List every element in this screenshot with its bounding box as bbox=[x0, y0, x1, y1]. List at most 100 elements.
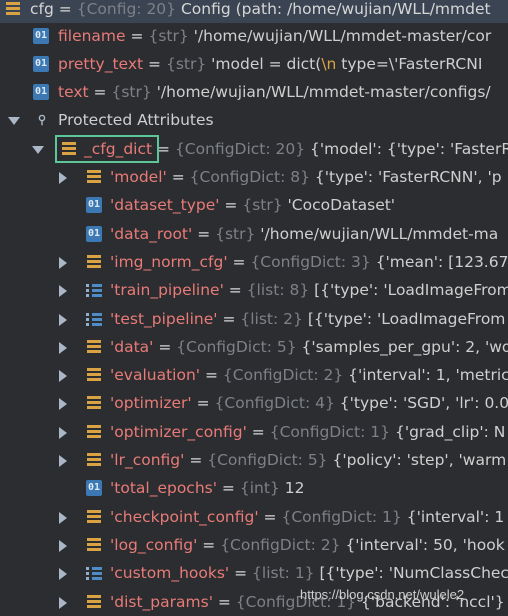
item-value: [{'type': 'NumClassChec bbox=[319, 564, 508, 583]
attr-value-prefix: 'model = dict( bbox=[211, 55, 322, 73]
item-value: 12 bbox=[284, 479, 305, 498]
item-value: {'policy': 'step', 'warm bbox=[332, 451, 507, 469]
expand-arrow-icon[interactable] bbox=[59, 285, 67, 298]
cfg-item-row[interactable]: 01'dataset_type' = {str} 'CocoDataset' bbox=[0, 191, 508, 219]
cfg-dict-type: {ConfigDict: 20} bbox=[174, 140, 306, 158]
item-type: {list: 1} bbox=[252, 564, 315, 583]
dict-icon bbox=[5, 1, 21, 17]
str-icon: 01 bbox=[86, 197, 102, 214]
item-type: {list: 8} bbox=[246, 281, 310, 300]
item-type: {ConfigDict: 5} bbox=[176, 337, 297, 356]
cfg-item-row[interactable]: 01'data_root' = {str} '/home/wujian/WLL/… bbox=[0, 220, 508, 248]
cfg-item-row[interactable]: 'evaluation' = {ConfigDict: 2} {'interva… bbox=[0, 361, 508, 389]
expand-arrow-icon[interactable] bbox=[59, 370, 67, 383]
dict-icon bbox=[61, 141, 77, 157]
dict-icon bbox=[86, 509, 102, 525]
cfg-item-row[interactable]: 'train_pipeline' = {list: 8} [{'type': '… bbox=[0, 276, 508, 304]
item-key: 'checkpoint_config' bbox=[110, 507, 259, 526]
dict-icon bbox=[86, 452, 102, 468]
cfg-item-row[interactable]: 'test_pipeline' = {list: 2} [{'type': 'L… bbox=[0, 305, 508, 333]
item-type: {ConfigDict: 8} bbox=[189, 168, 310, 186]
cfg-item-row[interactable]: 'img_norm_cfg' = {ConfigDict: 3} {'mean'… bbox=[0, 248, 508, 276]
item-value: {'type': 'FasterRCNN', 'p bbox=[314, 168, 502, 186]
item-key: 'dataset_type' bbox=[110, 196, 220, 215]
item-value: {'type': 'SGD', 'lr': 0.0 bbox=[339, 394, 508, 413]
cfg-item-row[interactable]: 'optimizer' = {ConfigDict: 4} {'type': '… bbox=[0, 389, 508, 417]
expand-arrow-icon[interactable] bbox=[59, 313, 67, 326]
item-type: {int} bbox=[239, 479, 280, 498]
dict-icon bbox=[86, 537, 102, 553]
expand-arrow-icon[interactable] bbox=[59, 398, 67, 411]
item-key: 'test_pipeline' bbox=[110, 309, 218, 328]
item-key: 'lr_config' bbox=[110, 451, 185, 469]
cfg-dict-name: _cfg_dict bbox=[84, 140, 153, 158]
expand-arrow-icon[interactable] bbox=[59, 568, 67, 581]
expand-arrow-icon[interactable] bbox=[59, 539, 67, 552]
root-value: Config (path: /home/wujian/WLL/mmdet bbox=[180, 0, 491, 18]
item-value: 'CocoDataset' bbox=[287, 196, 396, 215]
expand-arrow-icon[interactable] bbox=[59, 596, 67, 609]
cfg-item-row[interactable]: 'lr_config' = {ConfigDict: 5} {'policy':… bbox=[0, 446, 508, 474]
key-icon bbox=[38, 114, 46, 126]
expand-arrow-icon[interactable] bbox=[59, 426, 67, 439]
cfg-dict-row[interactable]: _cfg_dict = {ConfigDict: 20} {'model': {… bbox=[0, 135, 508, 163]
list-icon bbox=[86, 565, 102, 581]
cfg-item-row[interactable]: 'model' = {ConfigDict: 8} {'type': 'Fast… bbox=[0, 163, 508, 191]
item-key: 'optimizer_config' bbox=[110, 422, 247, 441]
expand-arrow-icon[interactable] bbox=[32, 146, 44, 154]
dict-icon bbox=[86, 395, 102, 411]
item-value: '/home/wujian/WLL/mmdet-ma bbox=[260, 224, 499, 243]
expand-arrow-icon[interactable] bbox=[59, 341, 67, 354]
dict-icon bbox=[86, 594, 102, 610]
str-icon: 01 bbox=[86, 225, 102, 242]
protected-attributes-label: Protected Attributes bbox=[58, 111, 214, 129]
root-type: {Config: 20} bbox=[76, 0, 177, 18]
attr-row-filename[interactable]: 01 filename = {str} '/home/wujian/WLL/mm… bbox=[0, 22, 508, 50]
item-type: {ConfigDict: 5} bbox=[207, 451, 328, 469]
item-key: 'data_root' bbox=[110, 224, 193, 243]
dict-icon bbox=[86, 367, 102, 383]
protected-attributes-row[interactable]: Protected Attributes bbox=[0, 106, 508, 134]
item-value: {'mean': [123.67 bbox=[375, 252, 508, 271]
expand-arrow-icon[interactable] bbox=[59, 455, 67, 467]
cfg-item-row[interactable]: 'optimizer_config' = {ConfigDict: 1} {'g… bbox=[0, 418, 508, 446]
root-row[interactable]: cfg = {Config: 20} Config (path: /home/w… bbox=[0, 0, 508, 23]
cfg-item-row[interactable]: 'checkpoint_config' = {ConfigDict: 1} {'… bbox=[0, 503, 508, 531]
cfg-item-row[interactable]: 'custom_hooks' = {list: 1} [{'type': 'Nu… bbox=[0, 559, 508, 587]
expand-arrow-icon[interactable] bbox=[59, 511, 67, 524]
item-type: {str} bbox=[215, 224, 256, 243]
cfg-item-row[interactable]: 'data' = {ConfigDict: 5} {'samples_per_g… bbox=[0, 333, 508, 361]
root-name: cfg bbox=[30, 0, 54, 18]
dict-icon bbox=[86, 169, 102, 185]
item-type: {str} bbox=[242, 196, 283, 215]
attr-value: '/home/wujian/WLL/mmdet-master/configs/ bbox=[156, 83, 491, 101]
dict-icon bbox=[86, 254, 102, 270]
expand-arrow-icon[interactable] bbox=[59, 256, 67, 269]
item-key: 'custom_hooks' bbox=[110, 564, 230, 583]
item-value: {'grad_clip': N bbox=[394, 422, 506, 441]
item-value: {'interval': 1 bbox=[406, 507, 505, 526]
str-icon: 01 bbox=[33, 56, 49, 72]
item-value: [{'type': 'LoadImageFrom bbox=[314, 281, 508, 300]
item-value: {'interval': 1, 'metric bbox=[348, 366, 508, 385]
cfg-item-row[interactable]: 01'total_epochs' = {int} 12 bbox=[0, 474, 508, 502]
item-type: {ConfigDict: 2} bbox=[222, 366, 344, 385]
str-icon: 01 bbox=[33, 84, 49, 100]
list-icon bbox=[86, 282, 102, 298]
item-value: {'samples_per_gpu': 2, 'wo bbox=[301, 337, 508, 356]
item-type: {ConfigDict: 3} bbox=[250, 252, 371, 271]
cfg-item-row[interactable]: 'log_config' = {ConfigDict: 2} {'interva… bbox=[0, 531, 508, 559]
expand-arrow-icon[interactable] bbox=[8, 117, 20, 125]
attr-value: '/home/wujian/WLL/mmdet-master/cor bbox=[193, 27, 492, 45]
attr-value-suffix: type=\'FasterRCNI bbox=[336, 55, 483, 73]
attr-row-pretty-text[interactable]: 01 pretty_text = {str} 'model = dict(\n … bbox=[0, 50, 508, 78]
attr-row-text[interactable]: 01 text = {str} '/home/wujian/WLL/mmdet-… bbox=[0, 78, 508, 106]
watermark: https://blog.csdn.net/wulele2 bbox=[300, 587, 465, 602]
item-key: 'dist_params' bbox=[110, 592, 213, 611]
item-key: 'optimizer' bbox=[110, 394, 192, 413]
expand-arrow-icon[interactable] bbox=[59, 172, 67, 184]
item-key: 'data' bbox=[110, 337, 154, 356]
item-key: 'img_norm_cfg' bbox=[110, 252, 228, 271]
str-icon: 01 bbox=[33, 28, 49, 44]
dict-icon bbox=[86, 339, 102, 355]
